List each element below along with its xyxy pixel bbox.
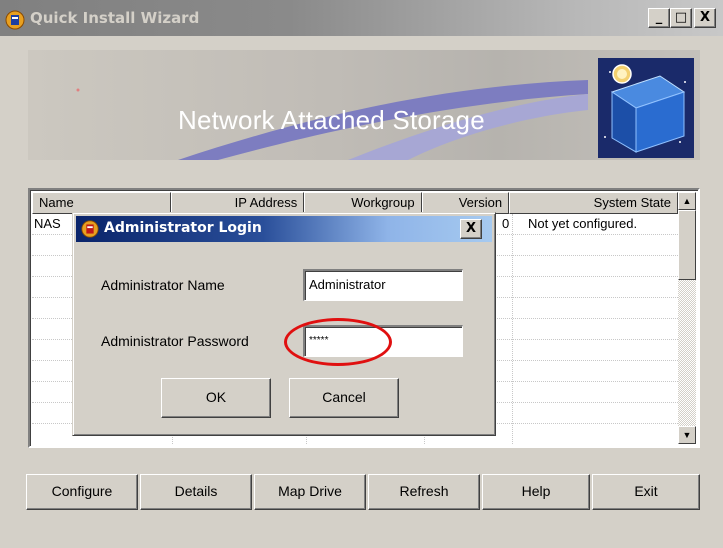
- administrator-name-field[interactable]: Administrator: [303, 269, 463, 301]
- dialog-title-bar[interactable]: Administrator Login X: [76, 216, 492, 242]
- minimize-button[interactable]: _: [648, 8, 670, 28]
- exit-button[interactable]: Exit: [592, 474, 700, 510]
- dialog-close-button[interactable]: X: [460, 219, 482, 239]
- administrator-name-label: Administrator Name: [101, 277, 225, 293]
- column-header-workgroup[interactable]: Workgroup: [304, 192, 422, 214]
- map-drive-button[interactable]: Map Drive: [254, 474, 366, 510]
- column-header-ip-address[interactable]: IP Address: [171, 192, 305, 214]
- dialog-title: Administrator Login: [104, 220, 262, 236]
- column-header-system-state[interactable]: System State: [509, 192, 678, 214]
- row-name: NAS: [34, 216, 61, 231]
- vertical-scrollbar[interactable]: ▲ ▼: [678, 192, 696, 444]
- details-button[interactable]: Details: [140, 474, 252, 510]
- administrator-password-field[interactable]: *****: [303, 325, 463, 357]
- main-title-bar[interactable]: Quick Install Wizard _ □ X: [0, 0, 723, 36]
- column-header-name[interactable]: Name: [32, 192, 172, 214]
- banner-title: Network Attached Storage: [178, 105, 485, 135]
- ok-button[interactable]: OK: [161, 378, 271, 418]
- row-system-state: Not yet configured.: [528, 216, 638, 231]
- maximize-button[interactable]: □: [670, 8, 692, 28]
- scroll-thumb[interactable]: [678, 210, 696, 280]
- column-header-version[interactable]: Version: [421, 192, 510, 214]
- refresh-button[interactable]: Refresh: [368, 474, 480, 510]
- administrator-password-label: Administrator Password: [101, 333, 249, 349]
- row-version: 0: [502, 216, 510, 231]
- administrator-login-dialog[interactable]: Administrator Login X Administrator Name…: [72, 212, 496, 436]
- nas-device-icon: [598, 58, 694, 158]
- help-button[interactable]: Help: [482, 474, 590, 510]
- banner: Network Attached Storage: [28, 50, 700, 160]
- list-header: Name IP Address Workgroup Version System…: [32, 192, 678, 214]
- app-icon: [81, 220, 99, 238]
- configure-button[interactable]: Configure: [26, 474, 138, 510]
- scroll-up-arrow-icon[interactable]: ▲: [678, 192, 696, 210]
- window-title: Quick Install Wizard: [30, 9, 200, 27]
- close-button[interactable]: X: [694, 8, 716, 28]
- app-icon: [5, 10, 25, 30]
- scroll-down-arrow-icon[interactable]: ▼: [678, 426, 696, 444]
- cancel-button[interactable]: Cancel: [289, 378, 399, 418]
